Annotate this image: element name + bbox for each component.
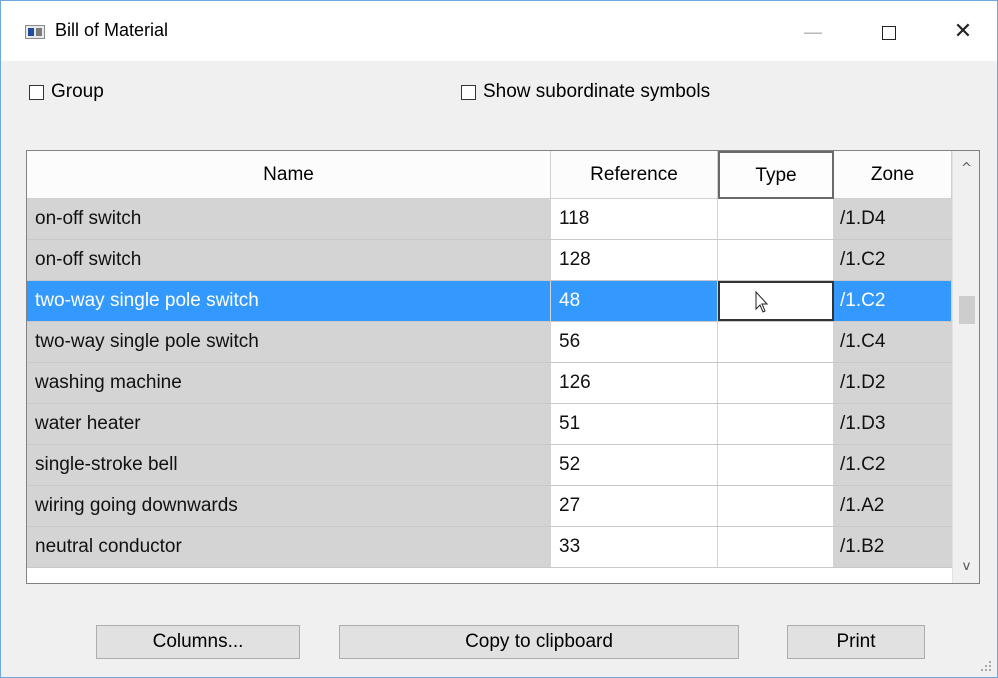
resize-grip-icon[interactable] xyxy=(981,661,991,671)
mouse-pointer-icon xyxy=(755,291,769,313)
window-title: Bill of Material xyxy=(55,20,169,40)
scrollbar-thumb[interactable] xyxy=(959,296,975,324)
group-checkbox-box[interactable] xyxy=(29,84,44,100)
bill-of-material-dialog: Bill of Material — ✕ Group Show subordin… xyxy=(0,0,998,678)
cell-reference[interactable]: 48 xyxy=(551,281,718,321)
scroll-down-arrow-icon[interactable]: v xyxy=(953,555,980,579)
cell-zone[interactable]: /1.C2 xyxy=(834,445,952,485)
group-checkbox-label: Group xyxy=(51,81,104,102)
app-icon-blue-block xyxy=(28,28,34,36)
cell-reference[interactable]: 126 xyxy=(551,363,718,403)
minimize-icon: — xyxy=(803,20,823,44)
cell-type[interactable] xyxy=(718,199,834,239)
scroll-up-arrow-icon[interactable]: ^ xyxy=(953,157,980,181)
column-header-zone[interactable]: Zone xyxy=(834,151,952,199)
grip-dot xyxy=(989,669,991,671)
cell-type[interactable] xyxy=(718,404,834,444)
cell-name[interactable]: neutral conductor xyxy=(27,527,551,567)
cell-type[interactable] xyxy=(718,240,834,280)
minimize-button[interactable]: — xyxy=(793,15,833,49)
cell-name[interactable]: on-off switch xyxy=(27,199,551,239)
bom-table: Name Reference Type Zone on-off switch 1… xyxy=(26,150,980,584)
cell-name[interactable]: two-way single pole switch xyxy=(27,322,551,362)
vertical-scrollbar[interactable]: ^ v xyxy=(952,151,979,583)
table-row[interactable]: single-stroke bell 52 /1.C2 xyxy=(27,445,952,486)
grip-dot xyxy=(985,665,987,667)
maximize-button[interactable] xyxy=(869,15,909,49)
copy-to-clipboard-button[interactable]: Copy to clipboard xyxy=(339,625,739,659)
table-row-selected[interactable]: two-way single pole switch 48 /1.C2 xyxy=(27,281,952,322)
show-subordinate-symbols-checkbox[interactable]: Show subordinate symbols xyxy=(461,79,710,105)
cell-zone[interactable]: /1.C2 xyxy=(834,281,952,321)
close-icon: ✕ xyxy=(953,19,973,44)
table-row[interactable]: wiring going downwards 27 /1.A2 xyxy=(27,486,952,527)
bom-window-icon xyxy=(25,25,45,39)
cell-reference[interactable]: 118 xyxy=(551,199,718,239)
cell-name[interactable]: single-stroke bell xyxy=(27,445,551,485)
cell-zone[interactable]: /1.C2 xyxy=(834,240,952,280)
table-body: on-off switch 118 /1.D4 on-off switch 12… xyxy=(27,199,952,568)
table-row[interactable]: two-way single pole switch 56 /1.C4 xyxy=(27,322,952,363)
cell-name[interactable]: water heater xyxy=(27,404,551,444)
cell-type-focused[interactable] xyxy=(718,281,834,321)
cell-name[interactable]: wiring going downwards xyxy=(27,486,551,526)
table-row[interactable]: neutral conductor 33 /1.B2 xyxy=(27,527,952,568)
cell-reference[interactable]: 33 xyxy=(551,527,718,567)
cell-zone[interactable]: /1.D4 xyxy=(834,199,952,239)
cell-type[interactable] xyxy=(718,445,834,485)
cell-type[interactable] xyxy=(718,486,834,526)
cell-reference[interactable]: 51 xyxy=(551,404,718,444)
title-bar[interactable]: Bill of Material — ✕ xyxy=(1,1,997,61)
table-row[interactable]: washing machine 126 /1.D2 xyxy=(27,363,952,404)
cell-zone[interactable]: /1.D2 xyxy=(834,363,952,403)
cell-reference[interactable]: 52 xyxy=(551,445,718,485)
cell-zone[interactable]: /1.A2 xyxy=(834,486,952,526)
grip-dot xyxy=(981,669,983,671)
cell-reference[interactable]: 128 xyxy=(551,240,718,280)
cell-name[interactable]: two-way single pole switch xyxy=(27,281,551,321)
cell-name[interactable]: washing machine xyxy=(27,363,551,403)
close-button[interactable]: ✕ xyxy=(943,15,983,49)
table-row[interactable]: on-off switch 128 /1.C2 xyxy=(27,240,952,281)
cell-type[interactable] xyxy=(718,527,834,567)
print-button[interactable]: Print xyxy=(787,625,925,659)
column-header-name[interactable]: Name xyxy=(27,151,551,199)
columns-button[interactable]: Columns... xyxy=(96,625,300,659)
cell-reference[interactable]: 56 xyxy=(551,322,718,362)
column-header-reference[interactable]: Reference xyxy=(551,151,718,199)
group-checkbox[interactable]: Group xyxy=(29,79,104,105)
maximize-icon xyxy=(882,25,896,40)
cell-type[interactable] xyxy=(718,322,834,362)
cell-name[interactable]: on-off switch xyxy=(27,240,551,280)
table-row[interactable]: on-off switch 118 /1.D4 xyxy=(27,199,952,240)
grip-dot xyxy=(989,665,991,667)
column-header-type[interactable]: Type xyxy=(718,151,834,199)
grip-dot xyxy=(985,669,987,671)
table-row[interactable]: water heater 51 /1.D3 xyxy=(27,404,952,445)
cell-type[interactable] xyxy=(718,363,834,403)
cell-zone[interactable]: /1.D3 xyxy=(834,404,952,444)
app-icon-grey-block xyxy=(36,28,42,36)
show-subordinate-symbols-box[interactable] xyxy=(461,84,476,100)
cell-zone[interactable]: /1.B2 xyxy=(834,527,952,567)
grip-dot xyxy=(989,661,991,663)
cell-reference[interactable]: 27 xyxy=(551,486,718,526)
show-subordinate-symbols-label: Show subordinate symbols xyxy=(483,81,711,102)
cell-zone[interactable]: /1.C4 xyxy=(834,322,952,362)
